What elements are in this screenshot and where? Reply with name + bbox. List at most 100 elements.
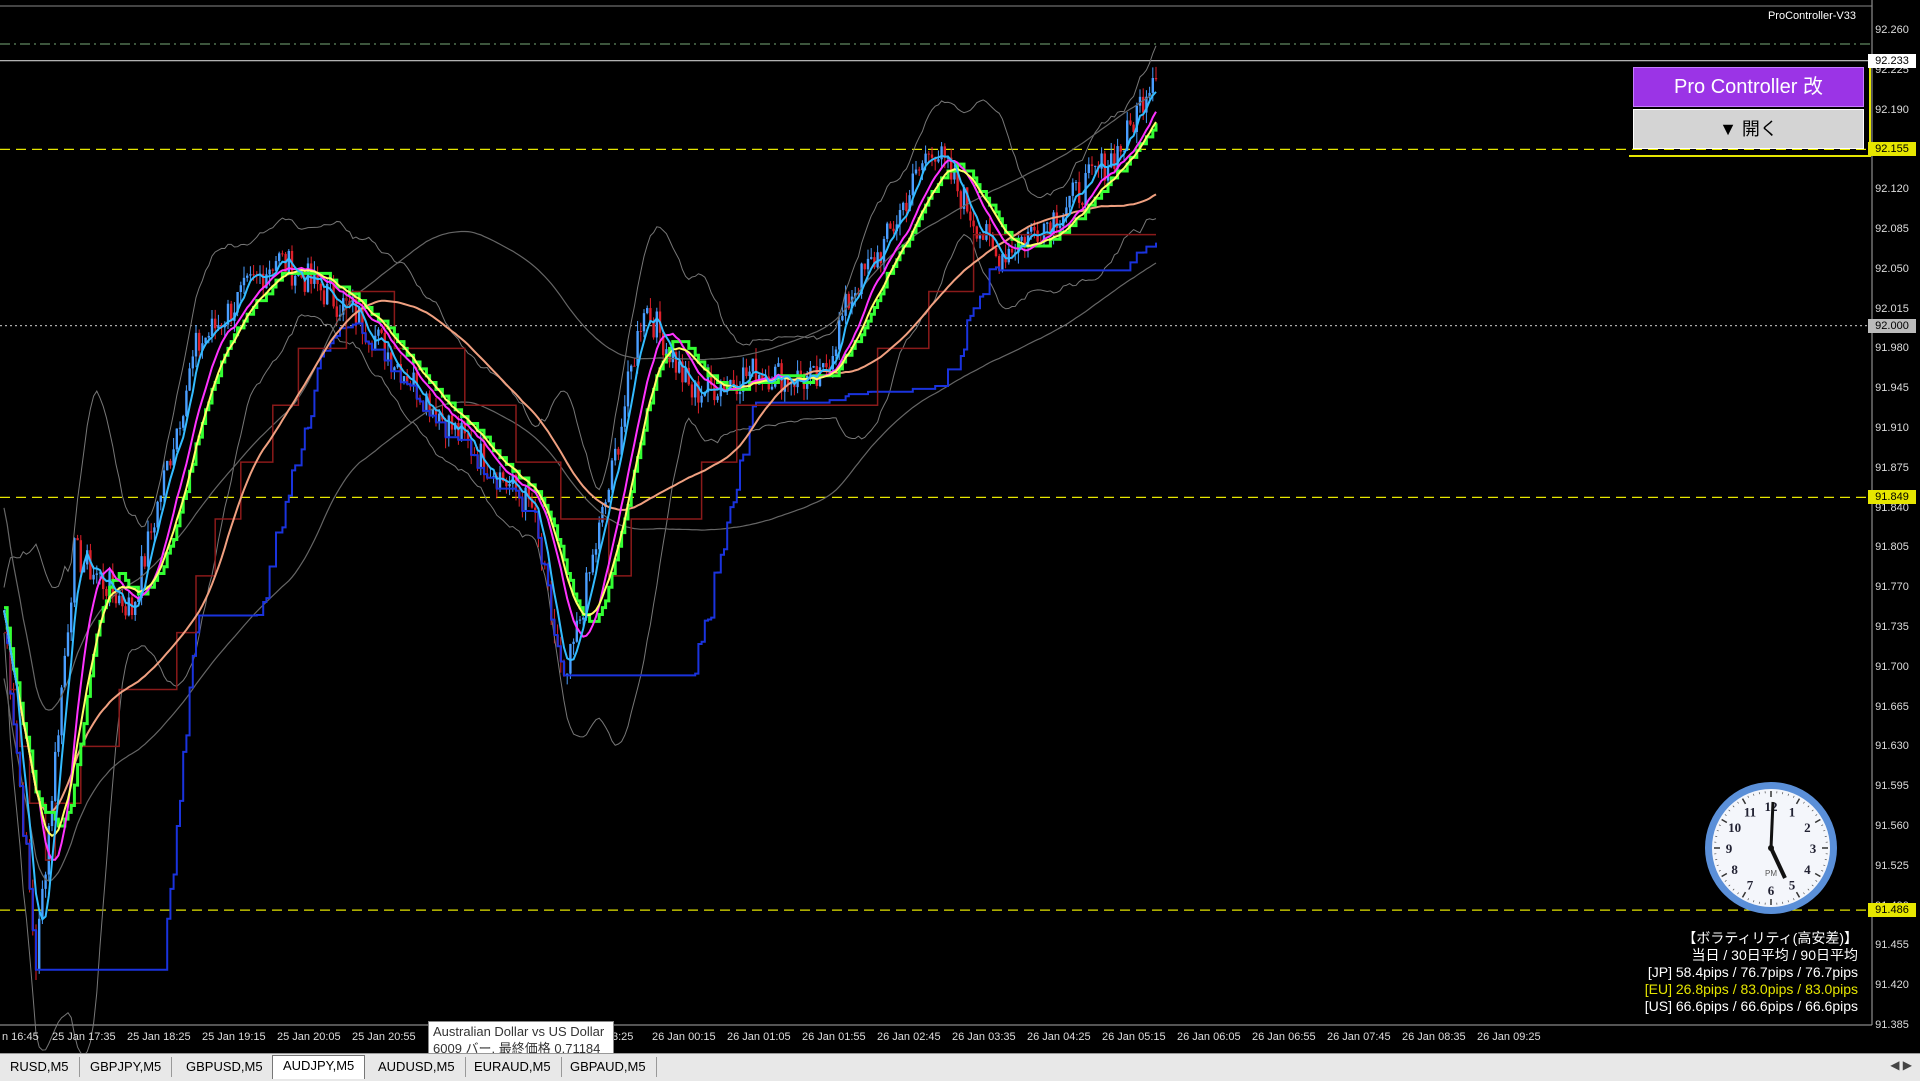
candle-body [144, 556, 146, 566]
candle-body [118, 596, 120, 604]
price-tick-label: 91.560 [1868, 819, 1916, 833]
candle-body [211, 319, 213, 336]
candle-body [499, 472, 501, 488]
candle-body [931, 154, 933, 157]
pro-controller-panel: Pro Controller 改 ▼ 開く [1629, 63, 1871, 157]
candle-body [700, 396, 702, 403]
candle-body [572, 642, 574, 644]
clock-number: 4 [1804, 862, 1811, 877]
candle-body [1068, 196, 1070, 208]
candle-body [252, 274, 254, 275]
candle-body [608, 490, 610, 502]
open-button[interactable]: ▼ 開く [1633, 109, 1864, 149]
candle-body [889, 223, 891, 228]
pro-controller-title-button[interactable]: Pro Controller 改 [1633, 67, 1864, 107]
candle-body [57, 735, 59, 752]
candle-body [1001, 254, 1003, 270]
candle-body [147, 531, 149, 566]
chart-tab[interactable]: AUDJPY,M5 [272, 1055, 365, 1079]
price-tick-label: 91.420 [1868, 978, 1916, 992]
chart-tab[interactable]: GBPJPY,M5 [80, 1057, 172, 1077]
chart-tab[interactable]: RUSD,M5 [0, 1057, 80, 1077]
price-chart[interactable] [0, 0, 1920, 1080]
candle-body [595, 549, 597, 555]
level-tag-upper: 92.155 [1868, 142, 1916, 156]
candle-body [1113, 153, 1115, 168]
candle-body [627, 371, 629, 406]
clock-number: 12 [1765, 799, 1778, 814]
tooltip-line-1: Australian Dollar vs US Dollar [433, 1023, 609, 1040]
candle-body [624, 406, 626, 426]
candle-body [1046, 222, 1048, 223]
candle-body [870, 257, 872, 259]
price-tick-label: 91.910 [1868, 421, 1916, 435]
candle-body [924, 154, 926, 164]
candle-body [1100, 153, 1102, 168]
candle-body [176, 429, 178, 450]
candle-body [163, 470, 165, 495]
signal-line [4, 92, 1156, 919]
price-tick-label: 92.050 [1868, 262, 1916, 276]
candle-body [1139, 97, 1141, 106]
candle-body [188, 368, 190, 390]
candle-body [96, 573, 98, 574]
clock-number: 9 [1726, 841, 1733, 856]
clock-number: 7 [1747, 877, 1754, 892]
volatility-title: 【ボラティリティ(高安差)】 [1645, 930, 1858, 947]
candle-body [192, 356, 194, 368]
candle-body [320, 284, 322, 290]
volatility-eu: [EU] 26.8pips / 83.0pips / 83.0pips [1645, 981, 1858, 998]
candle-body [748, 372, 750, 376]
candle-body [646, 308, 648, 313]
candle-body [249, 274, 251, 275]
candle-body [745, 367, 747, 376]
chart-tab[interactable]: AUDUSD,M5 [368, 1057, 466, 1077]
candle-body [185, 391, 187, 417]
clock-minute-hand [1771, 802, 1773, 848]
candle-body [838, 320, 840, 349]
candle-body [822, 363, 824, 367]
candle-body [336, 306, 338, 316]
chart-tab[interactable]: GBPAUD,M5 [560, 1057, 657, 1077]
candle-body [1059, 226, 1061, 228]
candle-body [729, 380, 731, 385]
candle-body [1030, 227, 1032, 232]
clock-number: 6 [1768, 883, 1775, 898]
time-tick-label: 26 Jan 06:05 [1177, 1031, 1241, 1043]
chart-tab[interactable]: EURAUD,M5 [464, 1057, 562, 1077]
candle-body [134, 602, 136, 615]
candle-body [1120, 146, 1122, 151]
candle-body [643, 313, 645, 331]
time-tick-label: 25 Jan 18:25 [127, 1031, 191, 1043]
candle-body [508, 484, 510, 486]
chart-tab[interactable]: GBPUSD,M5 [176, 1057, 274, 1077]
envelope-lower-line [4, 263, 1156, 881]
candle-body [67, 632, 69, 656]
candle-body [835, 350, 837, 356]
level-tag-bottom: 91.486 [1868, 903, 1916, 917]
candle-body [380, 330, 382, 333]
candle-body [752, 359, 754, 372]
candle-body [886, 223, 888, 238]
tab-scroll-arrows-icon[interactable]: ◀ ▶ [1890, 1058, 1912, 1072]
candle-body [912, 174, 914, 196]
candle-body [1142, 97, 1144, 113]
candle-body [739, 392, 741, 394]
time-tick-label: 25 Jan 20:05 [277, 1031, 341, 1043]
candle-body [1078, 182, 1080, 203]
price-tick-label: 92.120 [1868, 182, 1916, 196]
candle-body [777, 363, 779, 367]
price-tick-label: 91.805 [1868, 540, 1916, 554]
clock-number: 8 [1731, 862, 1738, 877]
candle-body [240, 285, 242, 292]
candle-body [1020, 237, 1022, 241]
candle-body [812, 366, 814, 368]
volatility-header: 当日 / 30日平均 / 90日平均 [1645, 947, 1858, 964]
channel-mid-line [4, 235, 1156, 860]
candle-body [38, 919, 40, 970]
price-tick-label: 91.980 [1868, 341, 1916, 355]
candle-body [1088, 164, 1090, 173]
candle-body [921, 163, 923, 170]
time-tick-label: 26 Jan 08:35 [1402, 1031, 1466, 1043]
time-tick-label: 26 Jan 05:15 [1102, 1031, 1166, 1043]
